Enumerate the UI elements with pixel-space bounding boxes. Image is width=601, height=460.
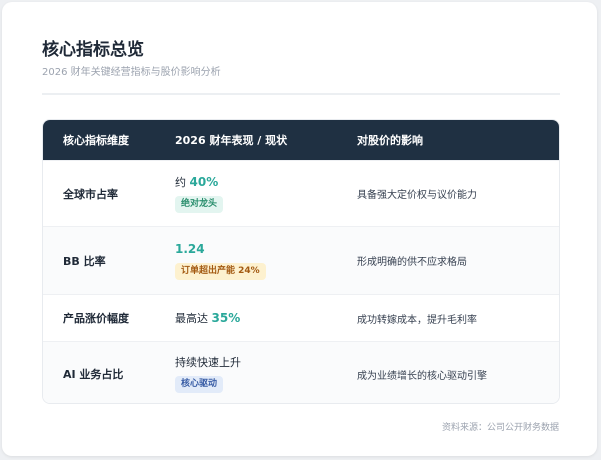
table-row: 产品涨价幅度 最高达 35% 成功转嫁成本，提升毛利率 bbox=[43, 294, 559, 341]
value-highlight: 1.24 bbox=[175, 242, 205, 256]
page-subtitle: 2026 财年关键经营指标与股价影响分析 bbox=[42, 67, 221, 78]
metrics-table: 核心指标维度 2026 财年表现 / 现状 对股价的影响 全球市占率 约 40%… bbox=[42, 119, 560, 404]
column-header-performance: 2026 财年表现 / 现状 bbox=[175, 134, 288, 147]
overview-card: 核心指标总览 2026 财年关键经营指标与股价影响分析 核心指标维度 2026 … bbox=[2, 2, 597, 456]
row-dimension: 全球市占率 bbox=[63, 187, 118, 201]
value-prefix: 最高达 bbox=[175, 311, 212, 325]
column-header-impact: 对股价的影响 bbox=[357, 134, 423, 147]
page-title: 核心指标总览 bbox=[42, 40, 144, 60]
status-badge: 绝对龙头 bbox=[175, 196, 224, 213]
row-value: 约 40% bbox=[175, 174, 223, 191]
status-badge: 订单超出产能 24% bbox=[175, 263, 266, 280]
row-value: 1.24 bbox=[175, 241, 266, 258]
column-header-dimension: 核心指标维度 bbox=[63, 134, 129, 147]
row-effect: 成功转嫁成本，提升毛利率 bbox=[357, 314, 477, 326]
row-effect: 形成明确的供不应求格局 bbox=[357, 257, 467, 268]
table-row: AI 业务占比 持续快速上升 核心驱动 成为业绩增长的核心驱动引擎 bbox=[43, 341, 559, 403]
table-header: 核心指标维度 2026 财年表现 / 现状 对股价的影响 bbox=[43, 120, 559, 160]
value-highlight: 40% bbox=[189, 175, 219, 189]
row-effect: 具备强大定价权与议价能力 bbox=[357, 190, 477, 201]
table-row: BB 比率 1.24 订单超出产能 24% 形成明确的供不应求格局 bbox=[43, 226, 559, 294]
row-dimension: 产品涨价幅度 bbox=[63, 312, 129, 325]
divider bbox=[42, 93, 560, 95]
value-prefix: 约 bbox=[175, 176, 190, 189]
status-badge: 核心驱动 bbox=[175, 376, 224, 393]
row-dimension: BB 比率 bbox=[63, 254, 106, 268]
value-highlight: 35% bbox=[211, 310, 241, 325]
row-effect: 成为业绩增长的核心驱动引擎 bbox=[357, 370, 487, 382]
row-value: 持续快速上升 bbox=[175, 356, 241, 369]
source-note: 资料来源：公司公开财务数据 bbox=[441, 423, 559, 433]
row-dimension: AI 业务占比 bbox=[63, 368, 124, 381]
table-row: 全球市占率 约 40% 绝对龙头 具备强大定价权与议价能力 bbox=[43, 160, 559, 226]
row-value: 最高达 35% bbox=[175, 310, 240, 327]
